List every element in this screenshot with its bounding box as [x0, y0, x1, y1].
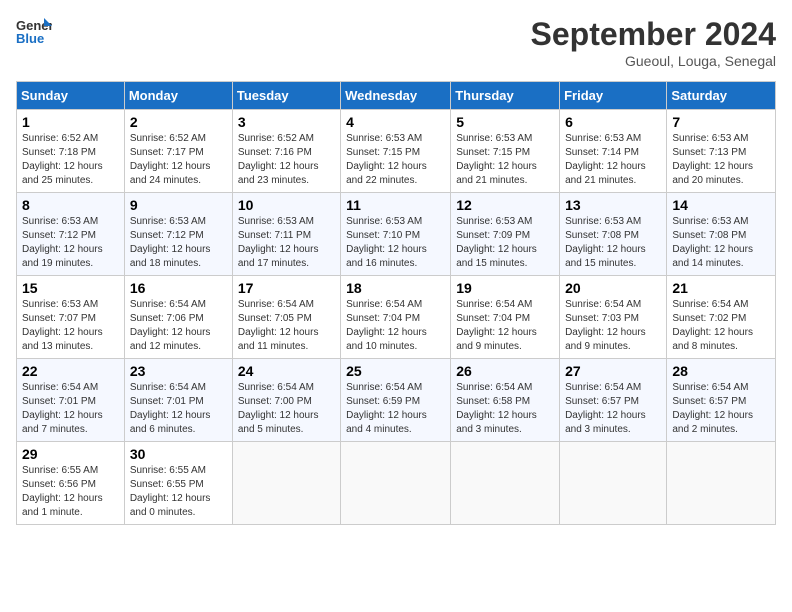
- location-subtitle: Gueoul, Louga, Senegal: [531, 53, 776, 69]
- table-row: 24Sunrise: 6:54 AMSunset: 7:00 PMDayligh…: [232, 359, 340, 442]
- logo: General Blue: [16, 16, 56, 46]
- table-row: [560, 442, 667, 525]
- table-row: [341, 442, 451, 525]
- table-row: 9Sunrise: 6:53 AMSunset: 7:12 PMDaylight…: [124, 193, 232, 276]
- table-row: 20Sunrise: 6:54 AMSunset: 7:03 PMDayligh…: [560, 276, 667, 359]
- table-row: 25Sunrise: 6:54 AMSunset: 6:59 PMDayligh…: [341, 359, 451, 442]
- month-title: September 2024: [531, 16, 776, 53]
- table-row: 8Sunrise: 6:53 AMSunset: 7:12 PMDaylight…: [17, 193, 125, 276]
- table-row: 2Sunrise: 6:52 AMSunset: 7:17 PMDaylight…: [124, 110, 232, 193]
- table-row: 16Sunrise: 6:54 AMSunset: 7:06 PMDayligh…: [124, 276, 232, 359]
- table-row: 28Sunrise: 6:54 AMSunset: 6:57 PMDayligh…: [667, 359, 776, 442]
- table-row: 18Sunrise: 6:54 AMSunset: 7:04 PMDayligh…: [341, 276, 451, 359]
- page-header: General Blue September 2024 Gueoul, Loug…: [16, 16, 776, 69]
- table-row: 26Sunrise: 6:54 AMSunset: 6:58 PMDayligh…: [451, 359, 560, 442]
- logo-icon: General Blue: [16, 16, 52, 46]
- table-row: 3Sunrise: 6:52 AMSunset: 7:16 PMDaylight…: [232, 110, 340, 193]
- calendar-week-2: 8Sunrise: 6:53 AMSunset: 7:12 PMDaylight…: [17, 193, 776, 276]
- calendar-header-row: Sunday Monday Tuesday Wednesday Thursday…: [17, 82, 776, 110]
- table-row: 7Sunrise: 6:53 AMSunset: 7:13 PMDaylight…: [667, 110, 776, 193]
- table-row: 13Sunrise: 6:53 AMSunset: 7:08 PMDayligh…: [560, 193, 667, 276]
- table-row: 21Sunrise: 6:54 AMSunset: 7:02 PMDayligh…: [667, 276, 776, 359]
- col-wednesday: Wednesday: [341, 82, 451, 110]
- table-row: 23Sunrise: 6:54 AMSunset: 7:01 PMDayligh…: [124, 359, 232, 442]
- table-row: 5Sunrise: 6:53 AMSunset: 7:15 PMDaylight…: [451, 110, 560, 193]
- calendar-week-5: 29Sunrise: 6:55 AMSunset: 6:56 PMDayligh…: [17, 442, 776, 525]
- col-thursday: Thursday: [451, 82, 560, 110]
- table-row: 29Sunrise: 6:55 AMSunset: 6:56 PMDayligh…: [17, 442, 125, 525]
- calendar-table: Sunday Monday Tuesday Wednesday Thursday…: [16, 81, 776, 525]
- title-block: September 2024 Gueoul, Louga, Senegal: [531, 16, 776, 69]
- table-row: 12Sunrise: 6:53 AMSunset: 7:09 PMDayligh…: [451, 193, 560, 276]
- table-row: 4Sunrise: 6:53 AMSunset: 7:15 PMDaylight…: [341, 110, 451, 193]
- col-friday: Friday: [560, 82, 667, 110]
- table-row: 14Sunrise: 6:53 AMSunset: 7:08 PMDayligh…: [667, 193, 776, 276]
- svg-text:Blue: Blue: [16, 31, 44, 46]
- table-row: 15Sunrise: 6:53 AMSunset: 7:07 PMDayligh…: [17, 276, 125, 359]
- col-saturday: Saturday: [667, 82, 776, 110]
- table-row: 11Sunrise: 6:53 AMSunset: 7:10 PMDayligh…: [341, 193, 451, 276]
- col-tuesday: Tuesday: [232, 82, 340, 110]
- table-row: [667, 442, 776, 525]
- col-monday: Monday: [124, 82, 232, 110]
- table-row: 22Sunrise: 6:54 AMSunset: 7:01 PMDayligh…: [17, 359, 125, 442]
- calendar-week-1: 1Sunrise: 6:52 AMSunset: 7:18 PMDaylight…: [17, 110, 776, 193]
- col-sunday: Sunday: [17, 82, 125, 110]
- calendar-week-4: 22Sunrise: 6:54 AMSunset: 7:01 PMDayligh…: [17, 359, 776, 442]
- table-row: 30Sunrise: 6:55 AMSunset: 6:55 PMDayligh…: [124, 442, 232, 525]
- table-row: 1Sunrise: 6:52 AMSunset: 7:18 PMDaylight…: [17, 110, 125, 193]
- table-row: 6Sunrise: 6:53 AMSunset: 7:14 PMDaylight…: [560, 110, 667, 193]
- table-row: [232, 442, 340, 525]
- table-row: [451, 442, 560, 525]
- table-row: 17Sunrise: 6:54 AMSunset: 7:05 PMDayligh…: [232, 276, 340, 359]
- calendar-week-3: 15Sunrise: 6:53 AMSunset: 7:07 PMDayligh…: [17, 276, 776, 359]
- table-row: 27Sunrise: 6:54 AMSunset: 6:57 PMDayligh…: [560, 359, 667, 442]
- table-row: 10Sunrise: 6:53 AMSunset: 7:11 PMDayligh…: [232, 193, 340, 276]
- table-row: 19Sunrise: 6:54 AMSunset: 7:04 PMDayligh…: [451, 276, 560, 359]
